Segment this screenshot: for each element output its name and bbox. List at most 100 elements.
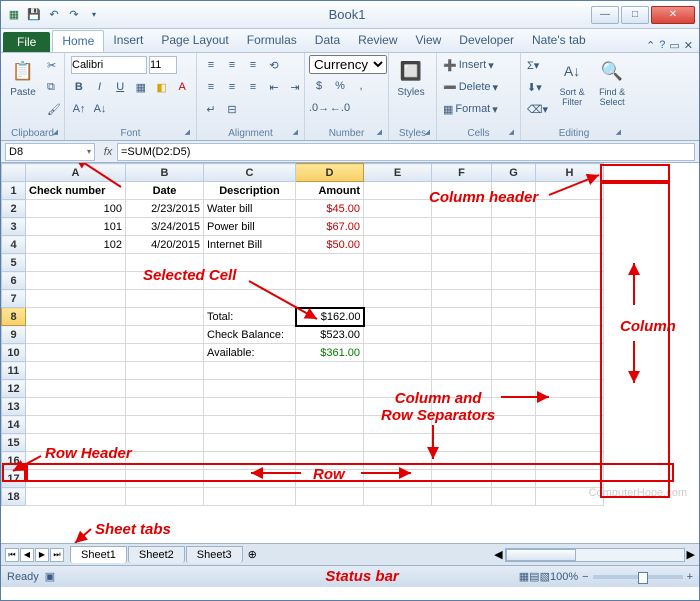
cell-E14[interactable]	[364, 416, 432, 434]
minimize-ribbon-icon[interactable]: ⌃	[646, 39, 655, 52]
cell-H1[interactable]	[536, 182, 604, 200]
cell-C13[interactable]	[204, 398, 296, 416]
number-format-select[interactable]: Currency	[309, 55, 387, 74]
hscroll-left-icon[interactable]: ◀	[494, 548, 502, 561]
row-header-8[interactable]: 8	[2, 308, 26, 326]
cell-H13[interactable]	[536, 398, 604, 416]
sort-filter-button[interactable]: A↓Sort & Filter	[554, 55, 590, 109]
cell-C9[interactable]: Check Balance:	[204, 326, 296, 344]
close-button[interactable]: ✕	[651, 6, 695, 24]
cell-G10[interactable]	[492, 344, 536, 362]
sheet-tab-sheet3[interactable]: Sheet3	[186, 546, 243, 563]
format-painter-icon[interactable]: 🖌	[45, 99, 63, 119]
col-header-F[interactable]: F	[432, 164, 492, 182]
cell-E4[interactable]	[364, 236, 432, 254]
cell-C6[interactable]	[204, 272, 296, 290]
cell-G3[interactable]	[492, 218, 536, 236]
cut-icon[interactable]: ✂	[45, 55, 63, 75]
cell-C14[interactable]	[204, 416, 296, 434]
help-icon[interactable]: ?	[659, 39, 665, 52]
cell-D17[interactable]	[296, 470, 364, 488]
cell-A9[interactable]	[26, 326, 126, 344]
grow-font-icon[interactable]: A↑	[69, 99, 89, 119]
cell-C2[interactable]: Water bill	[204, 200, 296, 218]
cell-F10[interactable]	[432, 344, 492, 362]
bold-button[interactable]: B	[69, 77, 89, 97]
cell-D18[interactable]	[296, 488, 364, 506]
cell-E12[interactable]	[364, 380, 432, 398]
cell-B13[interactable]	[126, 398, 204, 416]
cell-D5[interactable]	[296, 254, 364, 272]
inc-decimal-icon[interactable]: .0→	[309, 98, 329, 118]
row-header-15[interactable]: 15	[2, 434, 26, 452]
tab-insert[interactable]: Insert	[104, 30, 152, 52]
cell-G18[interactable]	[492, 488, 536, 506]
zoom-out-icon[interactable]: −	[582, 571, 588, 583]
cell-D7[interactable]	[296, 290, 364, 308]
row-header-1[interactable]: 1	[2, 182, 26, 200]
merge-icon[interactable]: ⊟	[222, 99, 242, 119]
cell-H14[interactable]	[536, 416, 604, 434]
fill-color-button[interactable]: ◧	[152, 77, 172, 97]
wrap-text-icon[interactable]: ↵	[201, 99, 221, 119]
zoom-in-icon[interactable]: +	[687, 571, 693, 583]
cell-F13[interactable]	[432, 398, 492, 416]
cell-F2[interactable]	[432, 200, 492, 218]
fx-icon[interactable]: fx	[99, 146, 117, 158]
cell-E1[interactable]	[364, 182, 432, 200]
cell-F6[interactable]	[432, 272, 492, 290]
cell-E11[interactable]	[364, 362, 432, 380]
cell-C1[interactable]: Description	[204, 182, 296, 200]
cell-H8[interactable]	[536, 308, 604, 326]
autosum-icon[interactable]: Σ▾	[525, 55, 550, 75]
cell-A15[interactable]	[26, 434, 126, 452]
cell-C4[interactable]: Internet Bill	[204, 236, 296, 254]
select-all-corner[interactable]	[2, 164, 26, 182]
cell-D15[interactable]	[296, 434, 364, 452]
cell-B5[interactable]	[126, 254, 204, 272]
row-header-10[interactable]: 10	[2, 344, 26, 362]
row-header-4[interactable]: 4	[2, 236, 26, 254]
row-header-12[interactable]: 12	[2, 380, 26, 398]
cell-A16[interactable]	[26, 452, 126, 470]
tab-page-layout[interactable]: Page Layout	[152, 30, 237, 52]
row-header-6[interactable]: 6	[2, 272, 26, 290]
cell-B14[interactable]	[126, 416, 204, 434]
cell-D16[interactable]	[296, 452, 364, 470]
format-cells-button[interactable]: ▦Format▾	[441, 99, 500, 119]
cell-B3[interactable]: 3/24/2015	[126, 218, 204, 236]
cell-G8[interactable]	[492, 308, 536, 326]
zoom-slider[interactable]	[593, 575, 683, 579]
cell-A12[interactable]	[26, 380, 126, 398]
row-header-17[interactable]: 17	[2, 470, 26, 488]
row-header-7[interactable]: 7	[2, 290, 26, 308]
cell-A17[interactable]	[26, 470, 126, 488]
tab-view[interactable]: View	[407, 30, 451, 52]
sheet-tab-sheet2[interactable]: Sheet2	[128, 546, 185, 563]
cell-H9[interactable]	[536, 326, 604, 344]
save-icon[interactable]: 💾	[25, 6, 43, 24]
cell-A14[interactable]	[26, 416, 126, 434]
cell-A2[interactable]: 100	[26, 200, 126, 218]
cell-C10[interactable]: Available:	[204, 344, 296, 362]
cell-G14[interactable]	[492, 416, 536, 434]
cell-F4[interactable]	[432, 236, 492, 254]
cell-C16[interactable]	[204, 452, 296, 470]
cell-D12[interactable]	[296, 380, 364, 398]
cell-G6[interactable]	[492, 272, 536, 290]
window-close2-icon[interactable]: ✕	[684, 39, 693, 52]
cell-C15[interactable]	[204, 434, 296, 452]
cell-E18[interactable]	[364, 488, 432, 506]
cell-D3[interactable]: $67.00	[296, 218, 364, 236]
cell-C3[interactable]: Power bill	[204, 218, 296, 236]
font-size-input[interactable]	[149, 56, 177, 74]
align-bot-icon[interactable]: ≡	[243, 55, 263, 75]
cell-A18[interactable]	[26, 488, 126, 506]
cell-B17[interactable]	[126, 470, 204, 488]
percent-icon[interactable]: %	[330, 76, 350, 96]
cell-A13[interactable]	[26, 398, 126, 416]
cell-G9[interactable]	[492, 326, 536, 344]
cell-E10[interactable]	[364, 344, 432, 362]
cell-H11[interactable]	[536, 362, 604, 380]
cell-A4[interactable]: 102	[26, 236, 126, 254]
